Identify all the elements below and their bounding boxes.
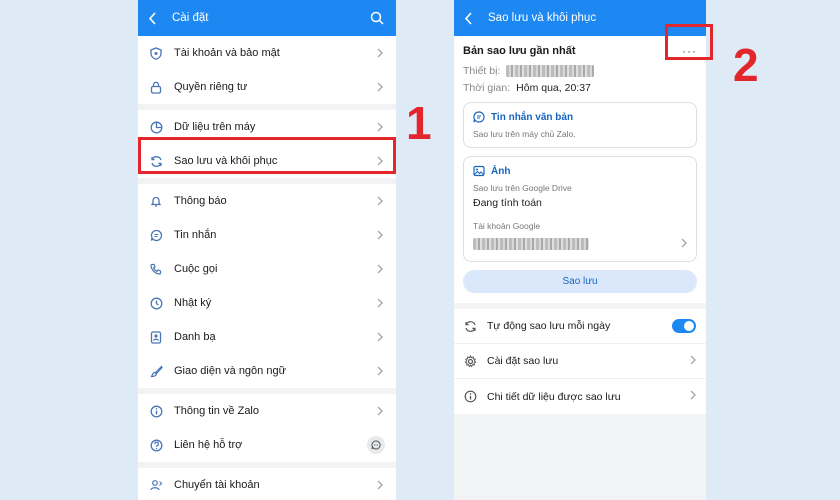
- photos-box: Ảnh Sao lưu trên Google Drive Đang tính …: [463, 156, 697, 262]
- step-number-1: 1: [406, 97, 432, 149]
- settings-header: Cài đặt: [138, 0, 396, 36]
- gear-icon: [464, 354, 477, 368]
- chevron-right-icon: [377, 48, 385, 58]
- device-label: Thiết bị:: [463, 65, 501, 77]
- brush-icon: [149, 364, 163, 378]
- settings-item-label: Giao diện và ngôn ngữ: [174, 365, 286, 377]
- device-info: Thiết bị:: [463, 65, 697, 77]
- settings-item-label: Danh bạ: [174, 331, 216, 343]
- time-info: Thời gian: Hôm qua, 20:37: [463, 82, 697, 94]
- settings-item-label: Thông báo: [174, 195, 227, 207]
- bell-icon: [149, 194, 163, 208]
- page-title: Sao lưu và khôi phục: [488, 12, 597, 24]
- chevron-right-icon: [377, 406, 385, 416]
- settings-item-calls[interactable]: Cuộc gọi: [138, 252, 396, 286]
- chevron-right-icon: [377, 230, 385, 240]
- backup-details-row[interactable]: Chi tiết dữ liệu được sao lưu: [454, 379, 706, 414]
- settings-item-about-zalo[interactable]: Thông tin về Zalo: [138, 394, 396, 428]
- auto-backup-row[interactable]: Tự động sao lưu mỗi ngày: [454, 309, 706, 344]
- phone-icon: [149, 262, 163, 276]
- settings-item-notifications[interactable]: Thông báo: [138, 184, 396, 218]
- time-value: Hôm qua, 20:37: [516, 82, 591, 94]
- device-value-blurred: [506, 65, 595, 77]
- settings-item-label: Liên hệ hỗ trợ: [174, 439, 243, 451]
- google-account-blurred: [473, 238, 589, 250]
- back-arrow-icon[interactable]: [148, 11, 162, 25]
- settings-group-about: Thông tin về Zalo Liên hệ hỗ trợ: [138, 394, 396, 462]
- settings-item-label: Tài khoản và bảo mật: [174, 47, 280, 59]
- backup-restore-screen: Sao lưu và khôi phục Bản sao lưu gần nhấ…: [454, 0, 706, 500]
- chat-icon: [473, 111, 485, 123]
- backup-options-list: Tự động sao lưu mỗi ngày Cài đặt sao lưu…: [454, 309, 706, 414]
- settings-item-label: Quyền riêng tư: [174, 81, 248, 93]
- help-icon: [149, 438, 163, 452]
- chevron-right-icon: [690, 390, 696, 403]
- sync-icon: [464, 320, 477, 333]
- chevron-right-icon: [690, 355, 696, 368]
- info-icon: [464, 390, 477, 403]
- chevron-right-icon: [377, 196, 385, 206]
- settings-item-label: Cuộc gọi: [174, 263, 218, 275]
- clock-icon: [149, 296, 163, 310]
- chevron-right-icon: [377, 332, 385, 342]
- settings-item-contacts[interactable]: Danh bạ: [138, 320, 396, 354]
- chevron-right-icon: [377, 298, 385, 308]
- settings-item-messages[interactable]: Tin nhắn: [138, 218, 396, 252]
- settings-group-switch: Chuyển tài khoản: [138, 468, 396, 500]
- lock-icon: [149, 80, 163, 94]
- chevron-right-icon: [377, 366, 385, 376]
- backup-settings-label: Cài đặt sao lưu: [487, 355, 559, 367]
- latest-backup-title: Bản sao lưu gần nhất: [463, 45, 576, 57]
- settings-item-appearance-language[interactable]: Giao diện và ngôn ngữ: [138, 354, 396, 388]
- image-icon: [473, 165, 485, 177]
- page-title: Cài đặt: [172, 12, 209, 24]
- text-messages-title: Tin nhắn văn bản: [491, 111, 574, 123]
- settings-item-privacy[interactable]: Quyền riêng tư: [138, 70, 396, 104]
- backup-details-label: Chi tiết dữ liệu được sao lưu: [487, 390, 621, 403]
- google-account-row[interactable]: [473, 235, 687, 253]
- latest-backup-card: Bản sao lưu gần nhất ··· Thiết bị: Thời …: [454, 36, 706, 303]
- settings-item-switch-account[interactable]: Chuyển tài khoản: [138, 468, 396, 500]
- step-number-2: 2: [733, 39, 759, 91]
- settings-group-account: Tài khoản và bảo mật Quyền riêng tư: [138, 36, 396, 104]
- chat-icon: [149, 228, 163, 242]
- contacts-icon: [149, 330, 163, 344]
- chevron-right-icon: [377, 82, 385, 92]
- back-arrow-icon[interactable]: [464, 11, 478, 25]
- photos-title: Ảnh: [491, 165, 511, 177]
- text-messages-box: Tin nhắn văn bản Sao lưu trên máy chủ Za…: [463, 102, 697, 148]
- settings-item-label: Thông tin về Zalo: [174, 405, 259, 417]
- settings-item-label: Nhật ký: [174, 297, 212, 309]
- settings-item-contact-support[interactable]: Liên hệ hỗ trợ: [138, 428, 396, 462]
- time-label: Thời gian:: [463, 82, 511, 94]
- backup-settings-row[interactable]: Cài đặt sao lưu: [454, 344, 706, 379]
- support-chat-icon[interactable]: [367, 436, 385, 454]
- photos-desc: Sao lưu trên Google Drive: [473, 183, 572, 193]
- auto-backup-label: Tự động sao lưu mỗi ngày: [487, 320, 611, 332]
- settings-item-label: Dữ liệu trên máy: [174, 121, 256, 133]
- backup-button[interactable]: Sao lưu: [463, 270, 697, 293]
- photos-status: Đang tính toán: [473, 197, 542, 209]
- text-messages-desc: Sao lưu trên máy chủ Zalo.: [473, 129, 576, 139]
- settings-group-general: Thông báo Tin nhắn Cuộc gọi Nhật ký Danh…: [138, 184, 396, 388]
- settings-item-label: Chuyển tài khoản: [174, 479, 260, 491]
- info-icon: [149, 404, 163, 418]
- chevron-right-icon: [377, 122, 385, 132]
- chevron-right-icon: [377, 480, 385, 490]
- chevron-right-icon: [377, 264, 385, 274]
- settings-screen: Cài đặt Tài khoản và bảo mật Quyền riêng…: [138, 0, 396, 500]
- settings-item-label: Tin nhắn: [174, 229, 217, 241]
- settings-item-account-security[interactable]: Tài khoản và bảo mật: [138, 36, 396, 70]
- auto-backup-toggle[interactable]: [672, 319, 696, 333]
- chevron-right-icon: [681, 235, 687, 253]
- highlight-more-options: [665, 24, 713, 60]
- shield-icon: [149, 46, 163, 60]
- google-account-label: Tài khoản Google: [473, 221, 541, 231]
- settings-item-diary[interactable]: Nhật ký: [138, 286, 396, 320]
- pie-chart-icon: [149, 120, 163, 134]
- switch-user-icon: [149, 478, 163, 492]
- search-icon[interactable]: [370, 10, 386, 26]
- highlight-backup-item: [138, 137, 396, 174]
